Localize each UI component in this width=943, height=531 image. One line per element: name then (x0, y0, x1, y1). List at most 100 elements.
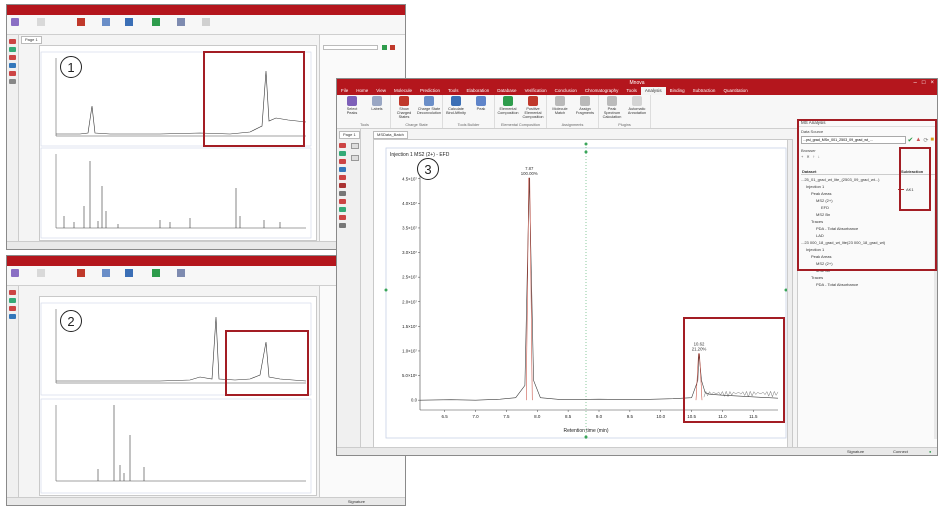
menu-15[interactable]: Quantitation (719, 87, 751, 95)
ribbon-button-2-1[interactable]: Peak (470, 96, 492, 115)
x-tick-label: 7.0 (472, 414, 479, 419)
ribbon-group-label: Elemental Composition (500, 123, 541, 127)
ribbon-button-label: Molecule Match (552, 107, 568, 115)
ribbon-button-0-1[interactable]: Labels (366, 96, 388, 115)
close-icon[interactable]: × (930, 80, 934, 86)
menu-7[interactable]: Database (493, 87, 520, 95)
menu-10[interactable]: Chromatography (581, 87, 623, 95)
ribbon-icon (503, 96, 513, 106)
menu-13[interactable]: Binding (666, 87, 689, 95)
status-signature: Signature (847, 449, 865, 454)
ribbon-group-label: Assignments (561, 123, 584, 127)
menu-4[interactable]: Prediction (416, 87, 444, 95)
plot-title: Injection 1 MS2 (2+) - EFD (390, 152, 450, 158)
peak-highlight (683, 317, 785, 423)
x-tick-label: 8.5 (565, 414, 572, 419)
window-3-titlebar: Mnova – □ × (337, 79, 937, 87)
ribbon-group-label: Plugins (618, 123, 631, 127)
ribbon-button-label: Positive Elemental Composition (522, 107, 544, 119)
ribbon-button-3-1[interactable]: Positive Elemental Composition (522, 96, 544, 119)
x-tick-label: 7.5 (503, 414, 510, 419)
menu-9[interactable]: Conclusion (551, 87, 581, 95)
menu-5[interactable]: Tools (444, 87, 463, 95)
ribbon-button-1-1[interactable]: Charge State Deconvolution (416, 96, 442, 119)
y-tick-label: 3.5×10⁷ (402, 225, 417, 230)
window-1-highlight (203, 51, 305, 147)
menu-14[interactable]: Subtraction (689, 87, 720, 95)
ribbon-button-label: Peak Spectrum Calculation (602, 107, 622, 119)
ribbon-icon (528, 96, 538, 106)
ribbon-icon (347, 96, 357, 106)
tree-item[interactable]: Traces (811, 275, 823, 280)
ribbon-group-4: Molecule Match Assign Fragments Assignment… (547, 95, 599, 128)
y-tick-label: 3.0×10⁷ (402, 250, 417, 255)
window-3-menubar: File Home View Molecule Prediction Tools Elabo… (337, 87, 937, 95)
status-connect: Connect (893, 449, 908, 454)
ribbon-group-0: Select Peaks Labels Tools (339, 95, 391, 128)
window-3-toolbar: Page 1 (337, 129, 361, 447)
x-tick-label: 6.5 (442, 414, 449, 419)
ribbon-group-1: Show Charged States Charge State Deconvol… (391, 95, 443, 128)
window-3-document-tab[interactable]: MSData_Batch (373, 131, 408, 139)
ribbon-button-label: Automatic Annotation (627, 107, 647, 115)
window-3-statusbar: Signature Connect ● (337, 447, 937, 455)
ribbon-button-label: Peak (476, 107, 486, 111)
window-2-status-signature: Signature (347, 499, 365, 504)
menu-6[interactable]: Elaboration (463, 87, 494, 95)
ribbon-icon (580, 96, 590, 106)
ribbon-button-2-0[interactable]: Calculate Bind Affinity (445, 96, 467, 115)
ribbon-group-label: Charge State (405, 123, 428, 127)
ribbon-button-label: Show Charged States (396, 107, 412, 119)
ribbon-group-label: Tools (360, 123, 369, 127)
maximize-icon[interactable]: □ (922, 80, 926, 86)
ribbon-group-5: Peak Spectrum Calculation Automatic Annot… (599, 95, 651, 128)
ribbon-button-5-0[interactable]: Peak Spectrum Calculation (601, 96, 623, 119)
x-tick-label: 9.5 (627, 414, 634, 419)
callout-1: 1 (60, 56, 82, 78)
tree-item[interactable]: PDA - Total Absorbance (816, 282, 858, 287)
y-tick-label: 2.5×10⁷ (402, 275, 417, 280)
ribbon-button-label: Labels (371, 107, 383, 111)
menu-8[interactable]: Verification (521, 87, 551, 95)
y-tick-label: 1.0×10⁷ (402, 348, 417, 353)
window-2-statusbar: Signature (7, 497, 405, 505)
ribbon-button-4-0[interactable]: Molecule Match (549, 96, 571, 115)
ribbon-group-2: Calculate Bind Affinity Peak Tools Builder (443, 95, 495, 128)
ribbon-button-3-0[interactable]: Elemental Composition (497, 96, 519, 119)
window-3-page-tab[interactable]: Page 1 (339, 131, 360, 139)
ribbon-button-1-0[interactable]: Show Charged States (393, 96, 415, 119)
x-tick-label: 10.0 (656, 414, 665, 419)
y-tick-label: 1.5×10⁷ (402, 324, 417, 329)
ribbon-icon (372, 96, 382, 106)
menu-2[interactable]: View (372, 87, 390, 95)
window-3-title: Mnova (629, 80, 645, 86)
ribbon-button-label: Charge State Deconvolution (416, 107, 442, 115)
y-tick-label: 5.0×10⁶ (402, 373, 417, 378)
ribbon-button-0-0[interactable]: Select Peaks (341, 96, 363, 115)
ribbon-button-5-1[interactable]: Automatic Annotation (626, 96, 648, 119)
menu-1[interactable]: Home (352, 87, 372, 95)
minimize-icon[interactable]: – (914, 80, 917, 86)
window-1-page-tab[interactable]: Page 1 (21, 36, 42, 44)
ribbon-group-3: Elemental Composition Positive Elemental … (495, 95, 547, 128)
ribbon-button-label: Elemental Composition (497, 107, 519, 115)
ribbon-icon (451, 96, 461, 106)
ribbon-icon (476, 96, 486, 106)
menu-11[interactable]: Tools (622, 87, 641, 95)
menu-0[interactable]: File (337, 87, 352, 95)
y-tick-label: 4.5×10⁷ (402, 176, 417, 181)
ribbon-button-label: Select Peaks (346, 107, 358, 115)
window-2-highlight (225, 330, 309, 396)
x-tick-label: 9.0 (596, 414, 603, 419)
ribbon-button-4-1[interactable]: Assign Fragments (574, 96, 596, 115)
window-1-ribbon (7, 15, 405, 35)
menu-3[interactable]: Molecule (390, 87, 416, 95)
x-tick-label: 8.0 (534, 414, 541, 419)
menu-12[interactable]: Analysis (640, 87, 666, 95)
y-tick-label: 0.0 (411, 398, 418, 403)
x-axis-label: Retention time (min) (563, 428, 608, 434)
window-3: Mnova – □ × File Home View Molecule Prediction… (336, 78, 938, 456)
vertical-scrollbar[interactable] (787, 140, 792, 450)
window-2-toolbar (7, 286, 19, 498)
ribbon-icon (555, 96, 565, 106)
